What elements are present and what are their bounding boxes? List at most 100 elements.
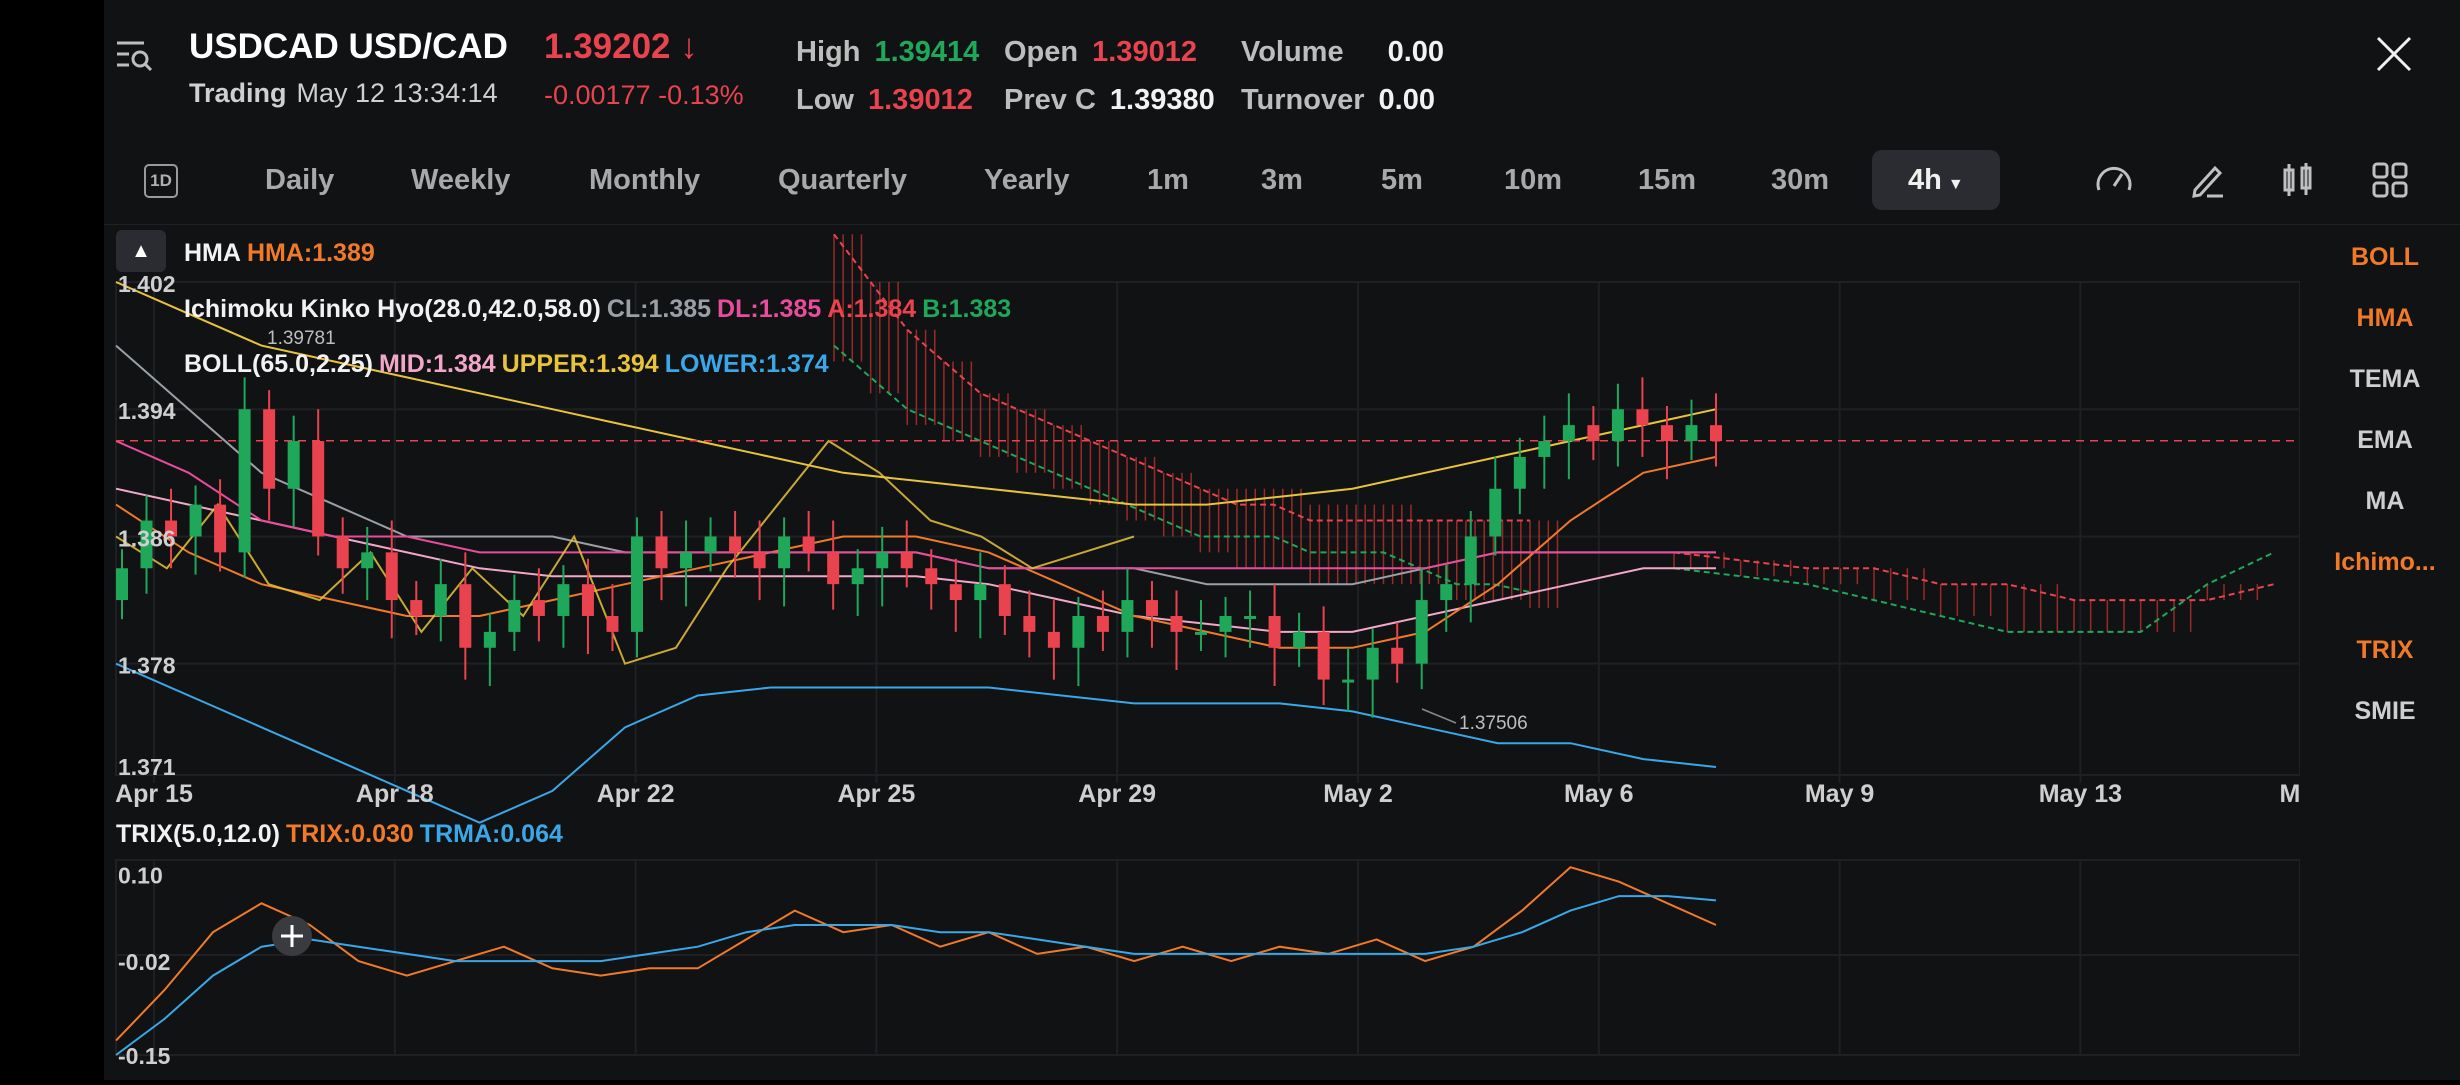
tab-quarterly[interactable]: Quarterly xyxy=(778,150,907,210)
trading-status: Trading May 12 13:34:14 xyxy=(189,78,498,108)
watchlist-search-icon[interactable] xyxy=(114,34,154,74)
stat-low: Low 1.39012 xyxy=(796,84,973,116)
candle-body xyxy=(1391,647,1404,664)
stat-high: High 1.39414 xyxy=(796,36,980,68)
boll-legend: BOLL(65.0,2.25) MID:1.384 UPPER:1.394 LOWER… xyxy=(184,350,829,378)
candle-body xyxy=(1195,631,1208,635)
candle-body xyxy=(1317,631,1330,680)
candle-body xyxy=(336,536,349,569)
candle-body xyxy=(1685,425,1698,442)
candle-body xyxy=(459,584,472,648)
tab-15m[interactable]: 15m xyxy=(1638,150,1696,210)
tab-10m[interactable]: 10m xyxy=(1504,150,1562,210)
ichimoku-cloud xyxy=(833,233,2275,633)
low-annotation: 1.37506 xyxy=(1459,713,1528,734)
side-item-boll[interactable]: BOLL xyxy=(2310,243,2460,272)
candle-body xyxy=(1096,615,1109,632)
candle-body xyxy=(851,568,864,585)
candle-body xyxy=(1268,615,1281,648)
trix-tick-label: 0.10 xyxy=(118,862,163,888)
side-item-ma[interactable]: MA xyxy=(2310,487,2460,516)
crosshair-add-button[interactable] xyxy=(272,916,312,956)
candle-body xyxy=(1636,409,1649,426)
candle-body xyxy=(581,584,594,616)
candle-body xyxy=(508,600,521,632)
tab-1m[interactable]: 1m xyxy=(1147,150,1189,210)
candle-body xyxy=(238,409,251,553)
candle-body xyxy=(1219,615,1232,632)
grid-menu-icon[interactable] xyxy=(2370,160,2410,200)
candle-body xyxy=(655,536,668,569)
trix-frame xyxy=(115,859,2300,1056)
date-tick-label: May 16 xyxy=(2280,780,2300,808)
tab-weekly[interactable]: Weekly xyxy=(411,150,510,210)
candle-body xyxy=(778,536,791,569)
close-icon[interactable] xyxy=(2376,36,2412,72)
candle-body xyxy=(876,552,889,569)
side-item-ema[interactable]: EMA xyxy=(2310,426,2460,455)
candle-body xyxy=(1611,409,1624,442)
candle-body xyxy=(1342,679,1355,683)
date-tick-label: Apr 15 xyxy=(115,780,193,808)
speedometer-icon[interactable] xyxy=(2094,160,2134,200)
down-arrow-icon: ↓ xyxy=(680,27,698,66)
plus-icon xyxy=(281,925,303,947)
candle-body xyxy=(680,552,693,569)
candle-body xyxy=(1170,615,1183,632)
candle-body xyxy=(434,584,447,616)
candle-body xyxy=(974,584,987,601)
candle-body xyxy=(925,568,938,585)
side-item-ichimoku[interactable]: Ichimo... xyxy=(2310,548,2460,577)
side-item-trix[interactable]: TRIX xyxy=(2310,636,2460,665)
quote-time: May 12 13:34:14 xyxy=(296,78,498,108)
last-price: 1.39202 ↓ xyxy=(544,27,698,66)
candles xyxy=(116,377,1722,718)
collapse-indicators-button[interactable]: ▲ xyxy=(116,230,166,272)
candle-body xyxy=(606,615,619,632)
date-tick-label: May 6 xyxy=(1564,780,1633,808)
candle-body xyxy=(630,536,643,632)
candle-body xyxy=(998,584,1011,616)
price-change: -0.00177 -0.13% xyxy=(544,80,744,110)
side-item-tema[interactable]: TEMA xyxy=(2310,365,2460,394)
candle-body xyxy=(1587,425,1600,442)
tab-4h[interactable]: 4h ▼ xyxy=(1872,150,2000,210)
candle-body xyxy=(1145,600,1158,616)
tab-5m[interactable]: 5m xyxy=(1381,150,1423,210)
tab-yearly[interactable]: Yearly xyxy=(984,150,1069,210)
chart-grid xyxy=(115,281,2300,1055)
date-tick-label: May 13 xyxy=(2039,780,2122,808)
stat-open: Open 1.39012 xyxy=(1004,36,1197,68)
candle-body xyxy=(361,552,374,569)
candle-body xyxy=(1293,631,1306,648)
price-tick-label: 1.378 xyxy=(118,653,176,679)
date-tick-label: May 2 xyxy=(1323,780,1392,808)
candle-body xyxy=(949,584,962,601)
trix-legend: TRIX(5.0,12.0) TRIX:0.030 TRMA:0.064 xyxy=(116,820,563,848)
candle-body xyxy=(1415,600,1428,664)
trix-panel: 0.10-0.02-0.15 xyxy=(115,859,2300,1069)
ichimoku-legend: Ichimoku Kinko Hyo(28.0,42.0,58.0) CL:1.3… xyxy=(184,295,1012,323)
candle-body xyxy=(189,504,202,537)
candlestick-type-icon[interactable] xyxy=(2278,160,2318,200)
candle-body xyxy=(1244,615,1257,619)
side-item-smie[interactable]: SMIE xyxy=(2310,697,2460,726)
candle-body xyxy=(1047,631,1060,648)
candle-body xyxy=(729,536,742,553)
price-tick-label: 1.394 xyxy=(118,398,176,424)
candle-body xyxy=(1489,488,1502,537)
candle-body xyxy=(900,552,913,569)
tab-3m[interactable]: 3m xyxy=(1261,150,1303,210)
stat-prev-close: Prev C 1.39380 xyxy=(1004,84,1215,116)
pencil-draw-icon[interactable] xyxy=(2187,160,2227,200)
side-item-hma[interactable]: HMA xyxy=(2310,304,2460,333)
high-annotation: 1.39781 xyxy=(267,328,336,349)
candle-body xyxy=(214,504,227,553)
tab-30m[interactable]: 30m xyxy=(1771,150,1829,210)
candle-body xyxy=(802,536,815,553)
stat-volume: Volume 0.00 xyxy=(1241,36,1445,68)
candle-body xyxy=(1072,615,1085,648)
candle-body xyxy=(1538,441,1551,457)
tab-daily[interactable]: Daily xyxy=(265,150,334,210)
tab-monthly[interactable]: Monthly xyxy=(589,150,700,210)
